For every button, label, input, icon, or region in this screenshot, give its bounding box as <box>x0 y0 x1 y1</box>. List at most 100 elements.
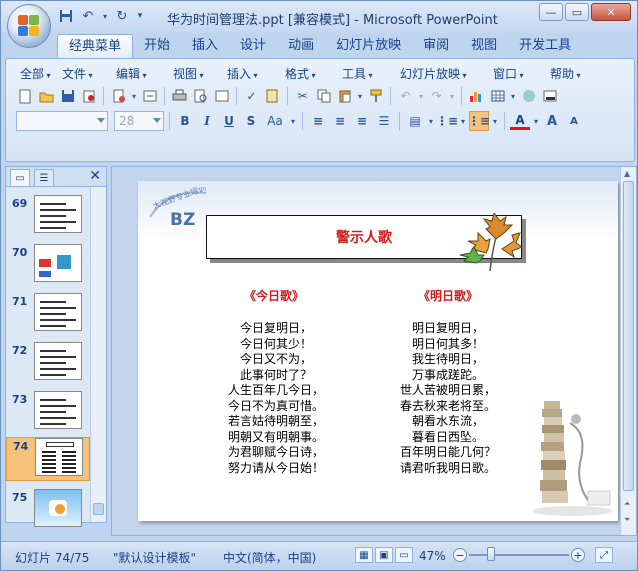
office-button[interactable] <box>7 4 51 48</box>
slide-thumbnail[interactable]: 69 <box>6 195 90 241</box>
open-folder-icon[interactable] <box>37 87 56 106</box>
permission-icon[interactable] <box>79 87 98 106</box>
menu-item-4[interactable]: 插入 ▾ <box>227 65 285 82</box>
new-file-icon[interactable] <box>16 87 35 106</box>
next-slide-icon[interactable]: ⏷ <box>624 515 630 525</box>
undo-icon[interactable]: ↶ <box>396 87 415 106</box>
bullets-icon[interactable]: ⋮≡ <box>436 111 458 131</box>
copy-icon[interactable] <box>314 87 333 106</box>
tab-7[interactable]: 视图 <box>460 34 508 58</box>
tab-6[interactable]: 审阅 <box>412 34 460 58</box>
menu-item-5[interactable]: 格式 ▾ <box>285 65 342 82</box>
undo-icon[interactable]: ↶ <box>79 7 97 25</box>
align-right-icon[interactable]: ≡ <box>352 111 372 131</box>
previous-slide-icon[interactable]: ⏶ <box>624 499 630 509</box>
font-name-combo[interactable] <box>16 111 108 131</box>
slide-sorter-icon[interactable] <box>212 87 231 106</box>
tab-8[interactable]: 开发工具 <box>508 34 582 58</box>
slides-pane-scrollbar[interactable] <box>90 187 106 522</box>
slide-thumbnail[interactable]: 72 <box>6 342 90 388</box>
menu-item-2[interactable]: 编辑 ▾ <box>116 65 173 82</box>
slide-thumbnail[interactable]: 71 <box>6 293 90 339</box>
slideshow-view-icon[interactable]: ▭ <box>395 547 413 563</box>
table-icon[interactable] <box>488 87 507 106</box>
slide-sorter-view-icon[interactable]: ▣ <box>375 547 393 563</box>
menu-item-3[interactable]: 视图 ▾ <box>173 65 227 82</box>
save-icon[interactable] <box>58 87 77 106</box>
slide-thumbnail[interactable]: 70 <box>6 244 90 290</box>
bullets-dropdown-icon[interactable]: ▾ <box>459 112 467 131</box>
close-icon[interactable]: ✕ <box>89 168 101 184</box>
undo-dropdown-icon[interactable]: ▾ <box>417 87 425 106</box>
save-icon[interactable] <box>57 7 75 25</box>
email-icon[interactable] <box>109 87 128 106</box>
menu-item-6[interactable]: 工具 ▾ <box>342 65 400 82</box>
font-color-dropdown-icon[interactable]: ▾ <box>532 112 540 131</box>
align-center-icon[interactable]: ≡ <box>330 111 350 131</box>
menu-item-1[interactable]: 文件 ▾ <box>62 65 116 82</box>
menu-item-8[interactable]: 窗口 ▾ <box>493 65 550 82</box>
shadow-icon[interactable]: S <box>241 111 261 131</box>
fit-to-window-icon[interactable]: ⤢ <box>595 547 613 563</box>
normal-view-icon[interactable]: ▦ <box>355 547 373 563</box>
change-case-icon[interactable]: Aa <box>263 111 287 131</box>
tab-4[interactable]: 动画 <box>277 34 325 58</box>
tab-2[interactable]: 插入 <box>181 34 229 58</box>
justify-icon[interactable]: ☰ <box>374 111 394 131</box>
tab-1[interactable]: 开始 <box>133 34 181 58</box>
redo-icon[interactable]: ↷ <box>427 87 446 106</box>
underline-icon[interactable]: U <box>219 111 239 131</box>
slide-vertical-scrollbar[interactable]: ▲ ⏶ ⏷ <box>620 167 636 535</box>
status-language[interactable]: 中文(简体，中国) <box>223 549 316 566</box>
current-slide[interactable]: 大视野专业培训 BZ 警示人歌 《今日歌》 今日复明日， 今日何其少！ 今日又不为，… <box>138 181 618 521</box>
status-template[interactable]: "默认设计模板" <box>113 549 196 566</box>
columns-icon[interactable]: ▤ <box>405 111 425 131</box>
zoom-out-icon[interactable]: − <box>453 548 467 562</box>
scrollbar-thumb[interactable] <box>93 503 104 515</box>
columns-dropdown-icon[interactable]: ▾ <box>427 112 435 131</box>
outline-tab[interactable]: ☰ <box>34 169 54 186</box>
zoom-slider-knob[interactable] <box>487 547 495 561</box>
format-painter-icon[interactable] <box>366 87 385 106</box>
cut-icon[interactable]: ✂ <box>293 87 312 106</box>
customize-qat-icon[interactable]: ▾ <box>135 7 145 25</box>
bold-icon[interactable]: B <box>175 111 195 131</box>
minimize-button[interactable]: — <box>539 3 563 21</box>
scroll-up-arrow-icon[interactable]: ▲ <box>624 169 630 178</box>
maximize-button[interactable]: ▭ <box>565 3 589 21</box>
align-left-icon[interactable]: ≡ <box>308 111 328 131</box>
paste-dropdown-icon[interactable]: ▾ <box>356 87 364 106</box>
slides-tab[interactable]: ▭ <box>10 169 30 186</box>
numbering-icon[interactable]: ⋮≡ <box>468 111 490 131</box>
numbering-dropdown-icon[interactable]: ▾ <box>491 112 499 131</box>
zoom-slider[interactable] <box>469 554 569 556</box>
menu-item-0[interactable]: 全部 ▾ <box>20 65 62 82</box>
zoom-level[interactable]: 47% <box>419 549 446 563</box>
scrollbar-thumb[interactable] <box>623 181 634 491</box>
slide-thumbnail[interactable]: 74 <box>6 437 90 481</box>
spelling-icon[interactable]: ✓ <box>242 87 261 106</box>
slide-thumbnail[interactable]: 73 <box>6 391 90 437</box>
redo-dropdown-icon[interactable]: ▾ <box>448 87 456 106</box>
print-preview-icon[interactable] <box>191 87 210 106</box>
chart-icon[interactable] <box>467 87 486 106</box>
tab-3[interactable]: 设计 <box>229 34 277 58</box>
tab-5[interactable]: 幻灯片放映 <box>325 34 412 58</box>
publish-icon[interactable] <box>140 87 159 106</box>
research-icon[interactable] <box>263 87 282 106</box>
print-icon[interactable] <box>170 87 189 106</box>
zoom-in-icon[interactable]: + <box>571 548 585 562</box>
grow-font-icon[interactable]: A <box>542 111 562 131</box>
tab-0[interactable]: 经典菜单 <box>57 34 134 58</box>
slide-thumbnail[interactable]: 75 <box>6 489 90 535</box>
redo-icon[interactable]: ↻ <box>113 7 131 25</box>
close-button[interactable]: ✕ <box>591 3 631 21</box>
paste-icon[interactable] <box>335 87 354 106</box>
undo-dropdown-icon[interactable]: ▾ <box>101 7 109 25</box>
italic-icon[interactable]: I <box>197 111 217 131</box>
color-grayscale-icon[interactable] <box>519 87 538 106</box>
font-color-icon[interactable]: A <box>510 112 530 130</box>
email-dropdown-icon[interactable]: ▾ <box>130 87 138 106</box>
menu-item-7[interactable]: 幻灯片放映 ▾ <box>400 65 493 82</box>
change-case-dropdown-icon[interactable]: ▾ <box>289 112 297 131</box>
